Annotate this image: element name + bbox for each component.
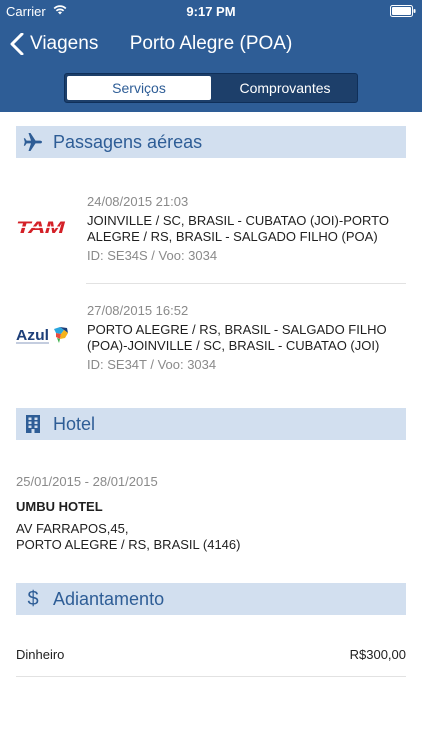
- hotel-dates: 25/01/2015 - 28/01/2015: [16, 474, 158, 489]
- advance-label: Dinheiro: [16, 647, 65, 662]
- tab-comprovantes[interactable]: Comprovantes: [213, 74, 357, 102]
- flight-item[interactable]: Azul 27/08/2015 16:52 PORTO ALEGRE / RS,…: [0, 293, 422, 393]
- flight-id: ID: SE34S / Voo: 3034: [87, 248, 218, 263]
- flight-route: PORTO ALEGRE / RS, BRASIL - SALGADO FILH…: [87, 322, 387, 353]
- section-header-flights: Passagens aéreas: [16, 126, 406, 158]
- flight-date: 24/08/2015 21:03: [87, 194, 189, 209]
- advance-value: R$300,00: [349, 647, 406, 662]
- battery-icon: [390, 5, 416, 17]
- tab-servicos[interactable]: Serviços: [67, 76, 211, 100]
- section-title: Passagens aéreas: [53, 131, 203, 152]
- flight-id: ID: SE34T / Voo: 3034: [87, 357, 217, 372]
- navigation-header: Carrier 9:17 PM Viagens Porto Alegre (PO…: [0, 0, 422, 112]
- divider: [86, 283, 406, 284]
- azul-logo: Azul: [16, 327, 68, 344]
- section-title: Hotel: [53, 413, 96, 434]
- building-icon: [22, 413, 44, 435]
- flight-route: JOINVILLE / SC, BRASIL - CUBATAO (JOI)-P…: [87, 213, 389, 244]
- section-header-hotel: Hotel: [16, 408, 406, 440]
- status-time: 9:17 PM: [186, 4, 236, 19]
- segmented-control: Serviços Comprovantes: [64, 73, 358, 103]
- page-title: Porto Alegre (POA): [129, 33, 293, 54]
- section-header-advance: $ Adiantamento: [16, 583, 406, 615]
- divider: [16, 676, 406, 677]
- dollar-icon: $: [27, 587, 39, 610]
- flight-date: 27/08/2015 16:52: [87, 303, 189, 318]
- hotel-name: UMBU HOTEL: [16, 499, 103, 514]
- hotel-address-line1: AV FARRAPOS,45,: [16, 521, 129, 536]
- tam-logo: TAM: [16, 218, 66, 236]
- hotel-address-line2: PORTO ALEGRE / RS, BRASIL (4146): [16, 537, 241, 552]
- status-bar: Carrier 9:17 PM: [0, 0, 422, 22]
- section-title: Adiantamento: [53, 588, 165, 609]
- flight-item[interactable]: TAM 24/08/2015 21:03 JOINVILLE / SC, BRA…: [0, 185, 422, 285]
- svg-text:Azul: Azul: [16, 327, 49, 344]
- airplane-icon: [22, 131, 44, 153]
